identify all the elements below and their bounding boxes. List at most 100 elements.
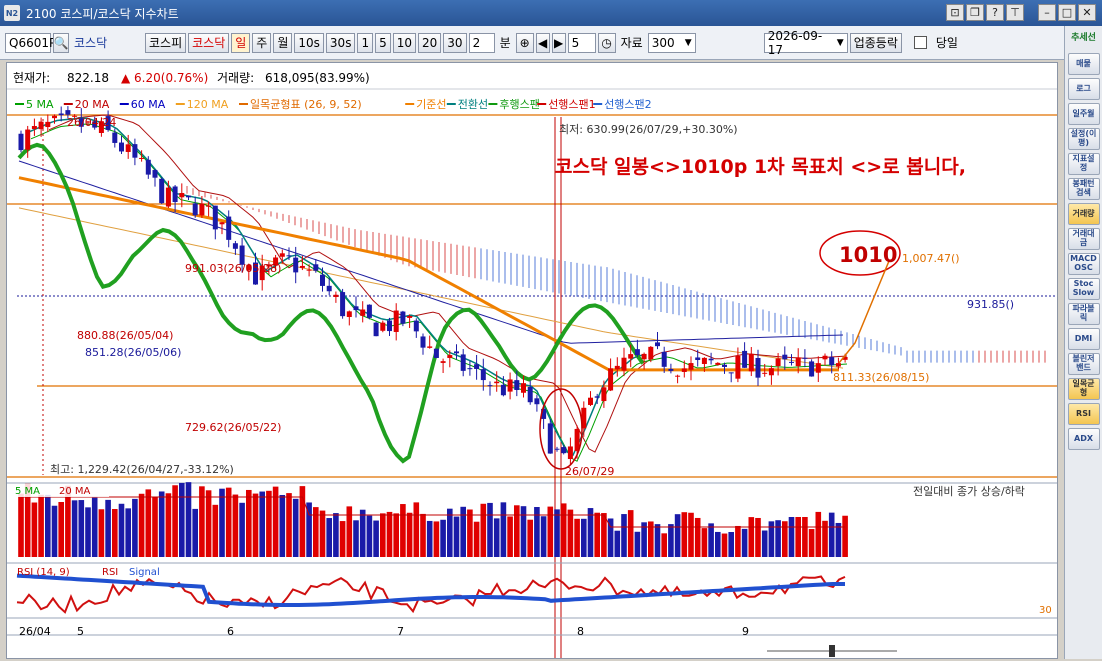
index-name: 코스닥 <box>74 36 108 50</box>
volume-bar <box>132 498 138 557</box>
low-marker: 최저: 630.99(26/07/29,+30.30%) <box>559 123 738 136</box>
candle-body <box>628 354 634 359</box>
pin-icon[interactable]: ⊤ <box>1006 4 1024 21</box>
target-value: 1,007.47() <box>902 252 960 265</box>
sidebar-button[interactable]: 거래량 <box>1067 203 1100 225</box>
headline-annotation: 코스닥 일봉<>1010p 1차 목표치 <>로 봅니다, <box>555 156 966 178</box>
volume-bar <box>594 512 600 557</box>
period-20-button[interactable]: 20 <box>418 32 442 53</box>
candle-body <box>722 364 727 367</box>
candle-body <box>701 357 707 364</box>
chart-svg[interactable]: 현재가: 822.18 ▲ 6.20(0.76%) 거래량: 618,095(8… <box>7 63 1057 658</box>
candle-body <box>708 358 714 361</box>
minimize-icon[interactable]: – <box>1038 4 1056 21</box>
period-10-button[interactable]: 10 <box>392 32 417 53</box>
link-icon[interactable]: ⊡ <box>946 4 964 21</box>
volume-bar <box>540 516 547 557</box>
clock-icon[interactable]: ◷ <box>597 32 616 53</box>
volume-bar <box>346 506 353 557</box>
volume-bar <box>205 490 212 557</box>
candle-body <box>755 357 761 378</box>
volume-bar <box>440 519 446 557</box>
zoom-icon[interactable]: ⊕ <box>515 32 534 53</box>
help-icon[interactable]: ? <box>986 4 1004 21</box>
volume-bar <box>688 512 694 557</box>
candle-body <box>782 354 788 360</box>
price-label: 현재가: <box>13 71 50 85</box>
volume-bar <box>581 518 587 557</box>
x-label-jul: 7 <box>397 625 404 638</box>
period-1-button[interactable]: 1 <box>357 32 374 53</box>
prev-icon[interactable]: ◀ <box>535 32 550 53</box>
volume-bar <box>520 506 527 557</box>
close-icon[interactable]: ✕ <box>1078 4 1096 21</box>
chevron-down-icon: ▼ <box>684 37 692 48</box>
step-input[interactable]: 5 <box>567 32 596 53</box>
sidebar-button[interactable]: ADX <box>1067 428 1100 450</box>
candle-body <box>762 372 768 374</box>
sidebar-button[interactable]: 추세선 <box>1068 28 1100 50</box>
volume-bar <box>547 506 554 557</box>
sidebar-button[interactable]: 볼린저밴드 <box>1067 353 1100 375</box>
minute-input[interactable]: 2 <box>468 32 495 53</box>
candle-body <box>521 383 526 393</box>
label-880: 880.88(26/05/04) <box>77 329 173 342</box>
kospi-button[interactable]: 코스피 <box>145 32 187 53</box>
next-icon[interactable]: ▶ <box>551 32 566 53</box>
volume-bar <box>453 516 460 557</box>
sidebar-button[interactable]: MACD OSC <box>1067 253 1100 275</box>
sector-button[interactable]: 업종등락 <box>849 32 902 53</box>
period-day-button[interactable]: 일 <box>231 32 251 53</box>
candle-body <box>112 132 118 143</box>
volume-bar <box>353 520 359 557</box>
candle-body <box>835 363 841 367</box>
sidebar-button[interactable]: 로그 <box>1067 78 1100 100</box>
chevron-down-icon: ▼ <box>836 37 844 48</box>
volume-bar <box>808 529 815 557</box>
candle-body <box>387 320 392 332</box>
period-5-button[interactable]: 5 <box>375 32 391 53</box>
zoom-slider-thumb[interactable] <box>829 645 835 657</box>
candle-body <box>574 428 580 451</box>
kosdaq-button[interactable]: 코스닥 <box>188 32 230 53</box>
period-30-button[interactable]: 30 <box>443 32 467 53</box>
sidebar-button[interactable]: 매물 <box>1067 53 1100 75</box>
period-10s-button[interactable]: 10s <box>294 32 324 53</box>
target-annotation: 1010 <box>839 243 897 267</box>
candle-body <box>333 294 339 297</box>
sidebar-button[interactable]: 일목균형 <box>1067 378 1100 400</box>
sidebar-button[interactable]: Stoc Slow <box>1067 278 1100 300</box>
volume-bar <box>674 514 681 557</box>
sidebar-button[interactable]: 설정(이평) <box>1067 128 1100 150</box>
volume-bar <box>319 510 326 557</box>
x-label-aug: 8 <box>577 625 584 638</box>
sidebar-button[interactable]: 지표설정 <box>1067 153 1100 175</box>
code-input[interactable]: Q6601P <box>5 32 56 53</box>
period-30s-button[interactable]: 30s <box>325 32 356 53</box>
date-select[interactable]: 2026-09-17 ▼ <box>763 29 848 57</box>
candle-body <box>58 113 64 116</box>
search-icon[interactable]: 🔍 <box>53 32 69 53</box>
volume-bar <box>601 513 607 557</box>
maximize-icon[interactable]: □ <box>1058 4 1076 21</box>
period-month-button[interactable]: 월 <box>273 32 293 53</box>
period-week-button[interactable]: 주 <box>252 32 272 53</box>
chart-area[interactable]: 현재가: 822.18 ▲ 6.20(0.76%) 거래량: 618,095(8… <box>6 62 1058 659</box>
count-select[interactable]: 300 ▼ <box>647 32 696 53</box>
sidebar-button[interactable]: RSI <box>1067 403 1100 425</box>
volume-bar <box>708 523 714 557</box>
minute-label: 분 <box>499 36 511 50</box>
sidebar-button[interactable]: 일주월 <box>1067 103 1100 125</box>
candle-body <box>815 363 821 373</box>
volume-bar <box>279 494 286 557</box>
sidebar-button[interactable]: 거래대금 <box>1067 228 1100 250</box>
candle-body <box>38 121 44 130</box>
sidebar-button[interactable]: DMI <box>1067 328 1100 350</box>
candle-body <box>186 195 191 198</box>
copy-icon[interactable]: ❐ <box>966 4 984 21</box>
candle-body <box>31 126 37 130</box>
sidebar-button[interactable]: 봉패턴검색 <box>1067 178 1100 200</box>
today-checkbox[interactable] <box>913 36 927 49</box>
volume-bar <box>31 502 38 557</box>
sidebar-button[interactable]: 파라볼릭 <box>1067 303 1100 325</box>
